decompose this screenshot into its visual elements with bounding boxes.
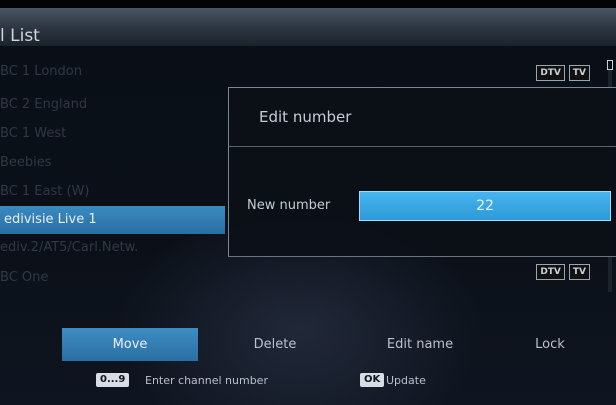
move-button[interactable]: Move [62,328,198,361]
channel-badges: DTV TV [536,264,590,280]
channel-row[interactable]: BC 1 East (W) [0,178,225,206]
scrollbar-thumb[interactable] [607,60,613,70]
channel-row-selected[interactable]: edivisie Live 1 [0,206,225,234]
channel-name: BC One [0,270,49,285]
dialog-divider [229,146,616,147]
title-bar: l List [0,8,616,46]
channel-name: Beebies [0,155,52,170]
channel-name: BC 2 England [0,97,88,112]
channel-row[interactable]: BC One [0,264,225,292]
channel-name: BC 1 West [0,126,67,141]
channel-row[interactable]: ediv.2/AT5/Carl.Netw. [0,234,225,262]
delete-button[interactable]: Delete [225,328,325,361]
key-hints: 0...9 Enter channel number OK Update [0,370,616,394]
channel-row[interactable]: Beebies [0,149,225,177]
channel-row[interactable]: BC 1 London [0,58,225,86]
edit-name-button[interactable]: Edit name [365,328,475,361]
dialog-title: Edit number [259,108,352,126]
channel-name: edivisie Live 1 [4,212,97,227]
action-bar: Move Delete Edit name Lock [0,328,616,368]
tv-badge: TV [568,65,590,81]
numeric-key-icon: 0...9 [96,373,130,387]
channel-row[interactable]: BC 2 England [0,91,225,119]
channel-badges: DTV TV [536,65,590,81]
new-number-label: New number [247,198,331,213]
ok-key-icon: OK [360,373,385,387]
channel-name: ediv.2/AT5/Carl.Netw. [0,240,139,255]
lock-button[interactable]: Lock [510,328,590,361]
top-edge [0,0,616,8]
channel-row[interactable]: BC 1 West [0,120,225,148]
tv-badge: TV [568,264,590,280]
new-number-input[interactable]: 22 [359,191,611,221]
screen-title: l List [0,26,40,46]
edit-number-dialog: Edit number New number 22 [228,87,616,257]
dtv-badge: DTV [536,65,565,81]
tv-screen: l List BC 1 London DTV TV BC 2 England B… [0,0,616,405]
ok-hint: Update [386,374,426,387]
channel-name: BC 1 East (W) [0,184,90,199]
numeric-hint: Enter channel number [145,374,268,387]
channel-name: BC 1 London [0,64,82,79]
dtv-badge: DTV [536,264,565,280]
